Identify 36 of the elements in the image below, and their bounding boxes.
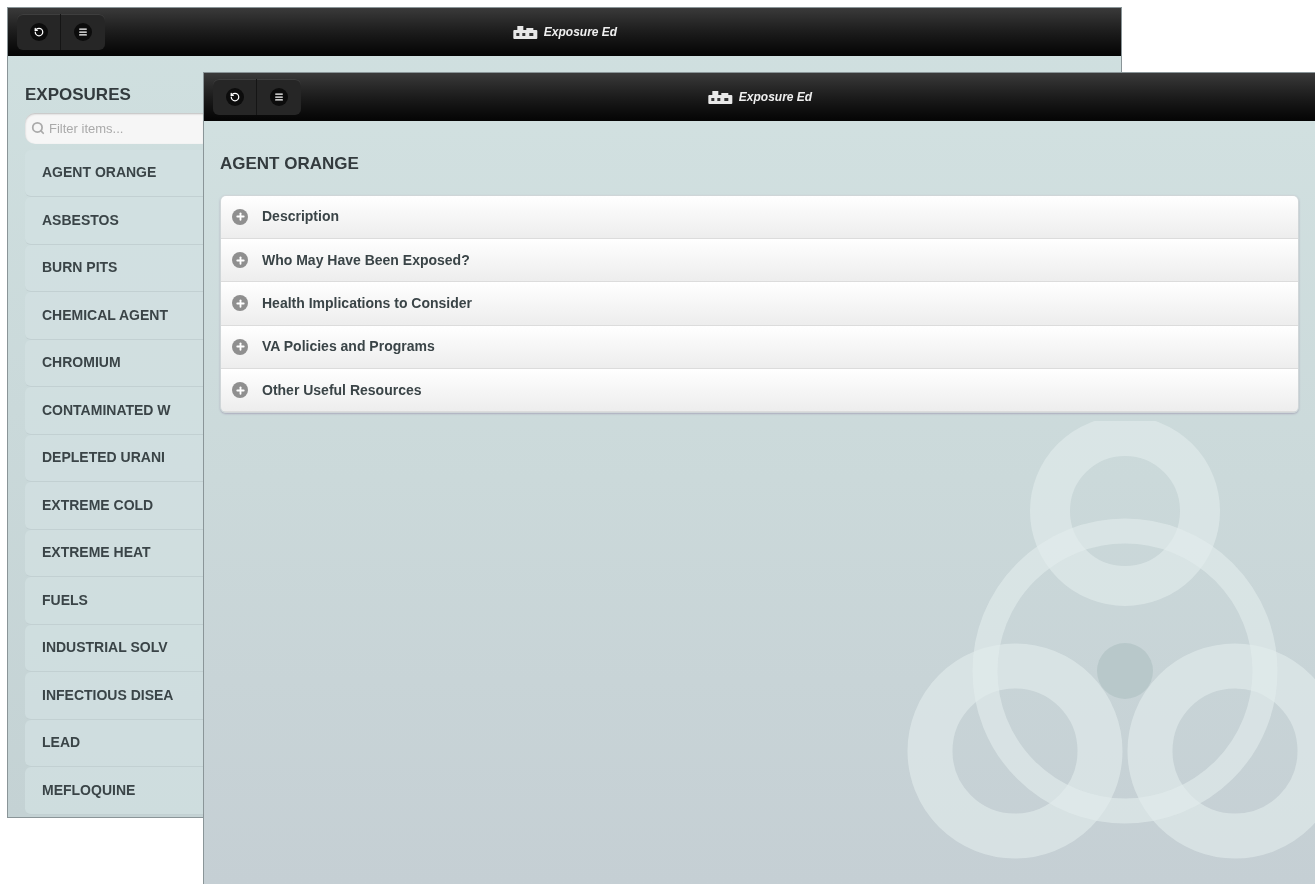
- app-title: Exposure Ed: [543, 24, 618, 41]
- exposure-list-item[interactable]: LEAD: [25, 719, 204, 767]
- plus-icon: [232, 208, 248, 225]
- plus-icon: [232, 252, 248, 269]
- app-title: Exposure Ed: [738, 89, 813, 106]
- undo-icon: [29, 23, 48, 41]
- exposure-list-item[interactable]: INFECTIOUS DISEA: [25, 672, 204, 720]
- plus-icon: [232, 338, 248, 355]
- exposure-list-item[interactable]: INDUSTRIAL SOLV: [25, 624, 204, 672]
- logo-icon: [511, 24, 538, 40]
- exposure-list-item[interactable]: DEPLETED URANI: [25, 434, 204, 482]
- exposure-list-item[interactable]: ASBESTOS: [25, 197, 204, 245]
- logo-icon: [706, 89, 733, 105]
- exposure-list-item[interactable]: FUELS: [25, 577, 204, 625]
- accordion-header[interactable]: Health Implications to Consider: [221, 282, 1298, 326]
- undo-icon: [225, 88, 244, 106]
- search-icon: [31, 120, 45, 135]
- exposure-list-item[interactable]: CHROMIUM: [25, 339, 204, 387]
- exposure-list-item[interactable]: CONTAMINATED W: [25, 387, 204, 435]
- exposure-list-item[interactable]: EXTREME HEAT: [25, 529, 204, 577]
- menu-icon: [270, 88, 288, 106]
- accordion-header[interactable]: Description: [221, 195, 1298, 239]
- exposure-list-item[interactable]: AGENT ORANGE: [25, 149, 204, 197]
- filter-field[interactable]: Filter items...: [25, 112, 204, 144]
- exposure-list-item[interactable]: BURN PITS: [25, 244, 204, 292]
- menu-icon: [74, 23, 92, 41]
- exposure-list-item[interactable]: MEFLOQUINE: [25, 767, 204, 815]
- accordion-header[interactable]: Who May Have Been Exposed?: [221, 238, 1298, 283]
- list-heading: EXPOSURES: [25, 84, 132, 106]
- exposure-list-item[interactable]: EXTREME COLD: [25, 482, 204, 530]
- plus-icon: [232, 382, 248, 399]
- exposure-list-item[interactable]: CHEMICAL AGENT: [25, 292, 204, 340]
- accordion-header[interactable]: Other Useful Resources: [221, 369, 1298, 413]
- detail-heading: AGENT ORANGE: [220, 153, 360, 175]
- plus-icon: [232, 295, 248, 312]
- accordion-header[interactable]: VA Policies and Programs: [221, 325, 1298, 370]
